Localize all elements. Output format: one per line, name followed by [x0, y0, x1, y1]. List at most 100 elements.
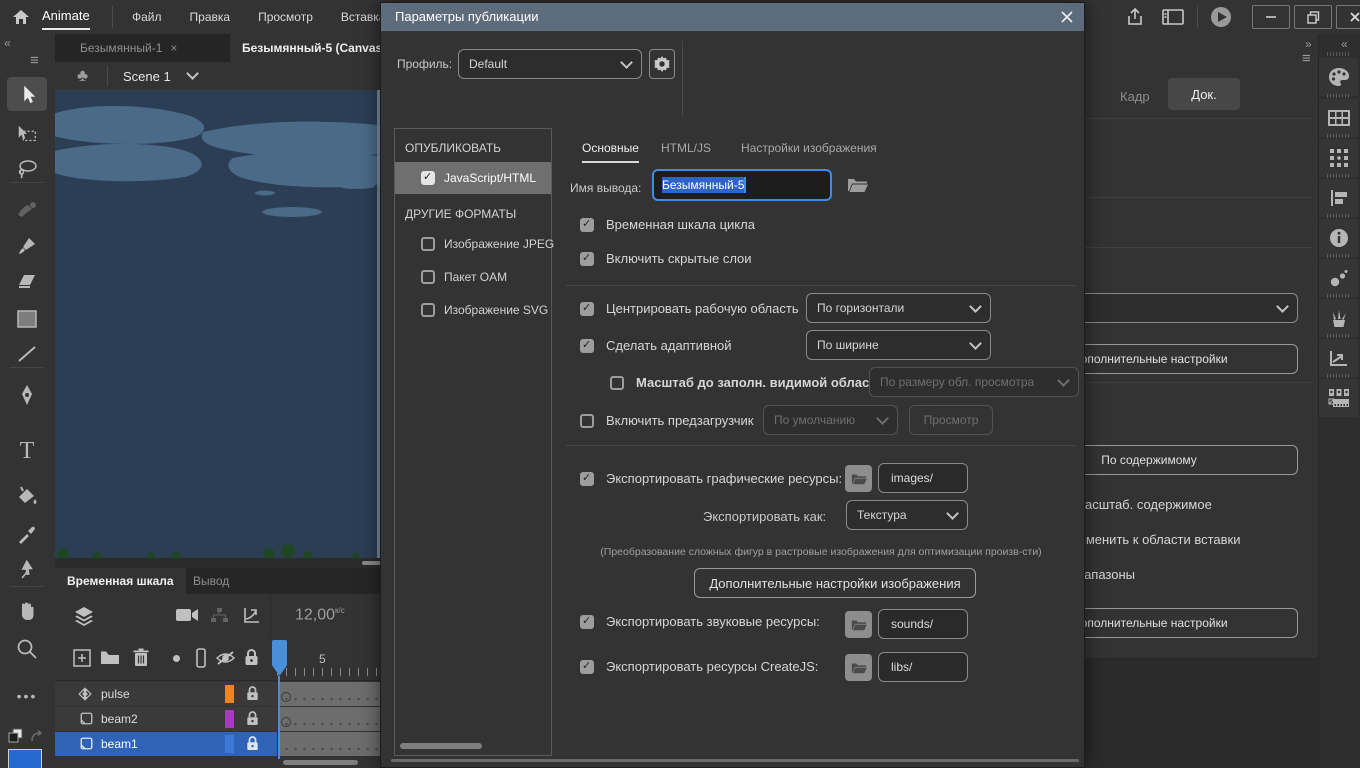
workspace-icon[interactable] — [1162, 9, 1184, 25]
fill-color-swatch[interactable] — [8, 749, 42, 768]
format-svg[interactable]: Изображение SVG — [421, 303, 548, 317]
doc-tab-1-close-icon[interactable]: × — [170, 41, 177, 55]
layer-row-pulse[interactable]: pulse — [55, 682, 277, 706]
preloader-row[interactable]: Включить предзагрузчик — [580, 413, 754, 428]
line-tool[interactable] — [7, 337, 47, 371]
export-images-checkbox[interactable] — [580, 471, 594, 486]
responsive-select[interactable]: По ширине — [806, 330, 991, 360]
loop-timeline-checkbox[interactable] — [580, 217, 594, 232]
output-name-input[interactable]: Безымянный-5 — [652, 169, 832, 201]
dock-grip-8[interactable] — [1327, 334, 1351, 338]
app-menu-animate[interactable]: Animate — [42, 8, 90, 30]
asset-warp-tool[interactable] — [7, 552, 47, 586]
lock-icon[interactable] — [246, 710, 259, 727]
menu-view[interactable]: Просмотр — [244, 0, 327, 34]
close-icon[interactable] — [1061, 11, 1073, 23]
layer-color-chip[interactable] — [225, 710, 234, 728]
format-jpeg[interactable]: Изображение JPEG — [421, 237, 554, 251]
sounds-path-field[interactable]: sounds/ — [878, 609, 968, 639]
scene-name[interactable]: Scene 1 — [123, 69, 171, 84]
format-svg-checkbox[interactable] — [421, 303, 435, 317]
profile-options-button[interactable] — [649, 49, 675, 79]
tab-htmljs[interactable]: HTML/JS — [661, 141, 711, 155]
tab-doc[interactable]: Док. — [1168, 78, 1240, 110]
dock-grip-6[interactable] — [1327, 254, 1351, 258]
formats-panel-scrollbar[interactable] — [400, 743, 482, 749]
center-stage-checkbox[interactable] — [580, 301, 594, 316]
layer-row-beam1[interactable]: beam1 — [55, 732, 277, 756]
layer-frames-beam2[interactable] — [278, 707, 385, 731]
responsive-checkbox[interactable] — [580, 338, 594, 353]
paint-bucket-tool[interactable] — [7, 479, 47, 513]
tab-basic[interactable]: Основные — [582, 141, 639, 163]
camera-icon[interactable] — [175, 607, 199, 623]
export-createjs-row[interactable]: Экспортировать ресурсы CreateJS: — [580, 659, 818, 674]
test-movie-play-icon[interactable] — [1210, 6, 1232, 28]
dock-grip-1[interactable] — [1327, 52, 1351, 56]
dock-grip-2[interactable] — [1327, 94, 1351, 98]
rectangle-tool[interactable] — [7, 302, 47, 336]
layer-color-chip[interactable] — [225, 685, 234, 703]
node-hierarchy-icon[interactable] — [210, 607, 228, 623]
more-tools-icon[interactable]: ••• — [7, 679, 47, 713]
classic-brush-tool[interactable] — [7, 229, 47, 263]
output-folder-icon[interactable] — [847, 177, 868, 193]
lock-icon[interactable] — [246, 735, 259, 752]
layer-folder-icon[interactable] — [100, 650, 120, 665]
home-icon[interactable] — [12, 8, 30, 26]
dock-grip-7[interactable] — [1327, 294, 1351, 298]
layer-color-chip[interactable] — [225, 735, 234, 753]
sounds-folder-button[interactable] — [845, 611, 872, 638]
default-colors-icon[interactable] — [7, 727, 25, 745]
doc-tab-1[interactable]: Безымянный-1 × — [70, 34, 187, 62]
tab-image-settings[interactable]: Настройки изображения — [741, 141, 877, 155]
images-path-field[interactable]: images/ — [878, 463, 968, 493]
dialog-titlebar[interactable]: Параметры публикации — [381, 3, 1084, 31]
properties-menu-icon[interactable]: ≡ — [1302, 50, 1311, 67]
lock-all-icon[interactable] — [244, 648, 259, 667]
swatches-panel-icon[interactable] — [1319, 99, 1358, 137]
hidden-layers-checkbox[interactable] — [580, 251, 594, 266]
collapse-right-icon[interactable]: » — [1305, 37, 1312, 51]
collapse-left-icon[interactable]: « — [4, 36, 11, 50]
profile-select[interactable]: Default — [458, 49, 642, 79]
loop-timeline-row[interactable]: Временная шкала цикла — [580, 217, 755, 232]
timeline-horizontal-scrollbar[interactable] — [283, 760, 358, 765]
export-sounds-row[interactable]: Экспортировать звуковые ресурсы: — [580, 614, 820, 629]
image-settings-button[interactable]: Дополнительные настройки изображения — [694, 568, 976, 598]
info-panel-icon[interactable] — [1319, 219, 1358, 257]
format-jpeg-checkbox[interactable] — [421, 237, 435, 251]
onion-dot-icon[interactable] — [173, 655, 180, 662]
format-oam[interactable]: Пакет OAM — [421, 270, 507, 284]
center-stage-row[interactable]: Центрировать рабочую область — [580, 301, 799, 316]
eyedropper-tool[interactable] — [7, 517, 47, 551]
format-javascript-html-checkbox[interactable] — [421, 171, 435, 185]
layer-frames-beam1[interactable] — [278, 732, 385, 756]
images-folder-button[interactable] — [845, 465, 872, 492]
close-window-button[interactable] — [1336, 5, 1360, 29]
export-createjs-checkbox[interactable] — [580, 659, 594, 674]
responsive-row[interactable]: Сделать адаптивной — [580, 338, 732, 353]
collapse-left-icon-strip[interactable]: « — [1341, 37, 1348, 51]
add-layer-icon[interactable] — [73, 649, 91, 667]
lock-icon[interactable] — [246, 685, 259, 702]
export-as-select[interactable]: Текстура — [846, 500, 968, 530]
format-javascript-html[interactable]: JavaScript/HTML — [395, 162, 551, 194]
menu-edit[interactable]: Правка — [176, 0, 245, 34]
align-panel-icon[interactable] — [1319, 179, 1358, 217]
timeline-ruler[interactable]: 5 — [277, 638, 385, 680]
eye-hidden-icon[interactable] — [215, 650, 236, 666]
restore-button[interactable] — [1294, 5, 1332, 29]
libs-folder-button[interactable] — [845, 654, 872, 681]
subselection-tool[interactable] — [7, 117, 47, 151]
layer-row-beam2[interactable]: beam2 — [55, 707, 277, 731]
hand-tool[interactable] — [7, 594, 47, 628]
export-images-row[interactable]: Экспортировать графические ресурсы: — [580, 471, 842, 486]
transform-panel-icon[interactable] — [1319, 139, 1358, 177]
dialog-horizontal-scrollbar[interactable] — [391, 759, 1079, 762]
motion-editor-panel-icon[interactable] — [1319, 339, 1358, 377]
minimize-button[interactable] — [1252, 5, 1290, 29]
playhead-line[interactable] — [278, 676, 280, 759]
dock-grip-3[interactable] — [1327, 134, 1351, 138]
brush-library-panel-icon[interactable] — [1319, 299, 1358, 337]
